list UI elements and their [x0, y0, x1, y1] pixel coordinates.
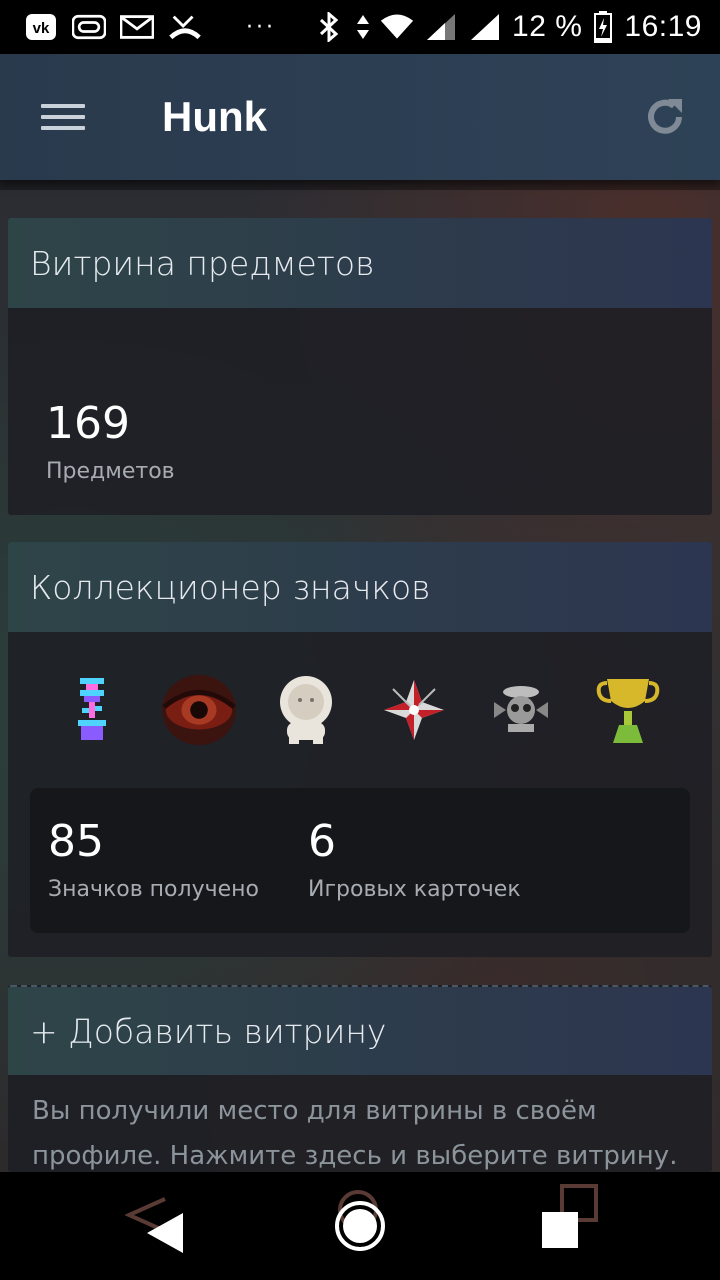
badges-earned-label: Значков получено	[48, 877, 259, 902]
home-button[interactable]	[320, 1186, 400, 1266]
game-cards-label: Игровых карточек	[308, 877, 521, 902]
badge-collector-title: Коллекционер значков	[30, 567, 431, 607]
recent-apps-button[interactable]	[520, 1182, 600, 1262]
signal-icon	[468, 13, 502, 41]
wifi-icon	[380, 13, 414, 41]
back-icon	[125, 1197, 183, 1253]
voicemail-icon	[72, 13, 106, 41]
badge-collector-card[interactable]: Коллекционер значков 85 Значков получено…	[8, 542, 712, 957]
battery-charging-icon	[592, 11, 614, 43]
trophy-badge-icon[interactable]	[589, 671, 667, 749]
refresh-icon	[648, 99, 682, 134]
navigation-bar	[0, 1172, 720, 1280]
signal-icon	[424, 13, 458, 41]
astronaut-badge-icon[interactable]	[267, 671, 345, 749]
game-cards-stat[interactable]: 6 Игровых карточек	[308, 816, 568, 933]
clock: 16:19	[624, 10, 702, 43]
mail-icon	[120, 13, 154, 41]
items-showcase-title: Витрина предметов	[30, 243, 375, 283]
badges-row	[8, 632, 712, 788]
umbrella-badge-icon[interactable]	[375, 671, 453, 749]
bluetooth-icon	[312, 12, 346, 42]
items-showcase-card[interactable]: Витрина предметов 169 Предметов	[8, 218, 712, 515]
items-showcase-header: Витрина предметов	[8, 218, 712, 308]
add-showcase-description-line: профиле. Нажмите здесь и выберите витрин…	[32, 1141, 678, 1171]
add-showcase-description: Вы получили место для витрины в своём пр…	[8, 1075, 712, 1172]
page-title: Hunk	[162, 93, 267, 140]
badges-earned-stat[interactable]: 85 Значков получено	[48, 816, 308, 933]
add-showcase-card[interactable]: + Добавить витрину Вы получили место для…	[8, 985, 712, 1172]
status-bar: vk ··· 12 % 16:19	[0, 0, 720, 54]
data-activity-icon	[356, 13, 370, 41]
game-cards-value: 6	[308, 816, 336, 867]
header-shadow	[0, 180, 720, 190]
add-showcase-title: + Добавить витрину	[30, 1011, 387, 1051]
skull-badge-icon[interactable]	[482, 671, 560, 749]
red-eye-badge-icon[interactable]	[160, 671, 238, 749]
refresh-button[interactable]	[610, 54, 720, 180]
missed-call-icon	[168, 13, 202, 41]
add-showcase-description-line: Вы получили место для витрины в своём	[32, 1096, 597, 1126]
flower-pot-badge-icon[interactable]	[53, 671, 131, 749]
recent-apps-icon	[542, 1184, 598, 1248]
home-icon	[335, 1190, 385, 1251]
more-notifications-icon: ···	[246, 14, 276, 40]
svg-text:vk: vk	[33, 20, 50, 37]
back-button[interactable]	[120, 1186, 200, 1266]
vk-icon: vk	[24, 13, 58, 41]
badge-stats-box: 85 Значков получено 6 Игровых карточек	[30, 788, 690, 933]
battery-percent: 12 %	[512, 10, 583, 43]
hamburger-icon	[41, 97, 85, 137]
add-showcase-header: + Добавить витрину	[8, 987, 712, 1075]
app-bar: Hunk	[0, 54, 720, 180]
items-count: 169	[46, 398, 130, 449]
menu-button[interactable]	[0, 54, 126, 180]
items-count-label: Предметов	[46, 459, 175, 484]
badges-earned-value: 85	[48, 816, 104, 867]
badge-collector-header: Коллекционер значков	[8, 542, 712, 632]
